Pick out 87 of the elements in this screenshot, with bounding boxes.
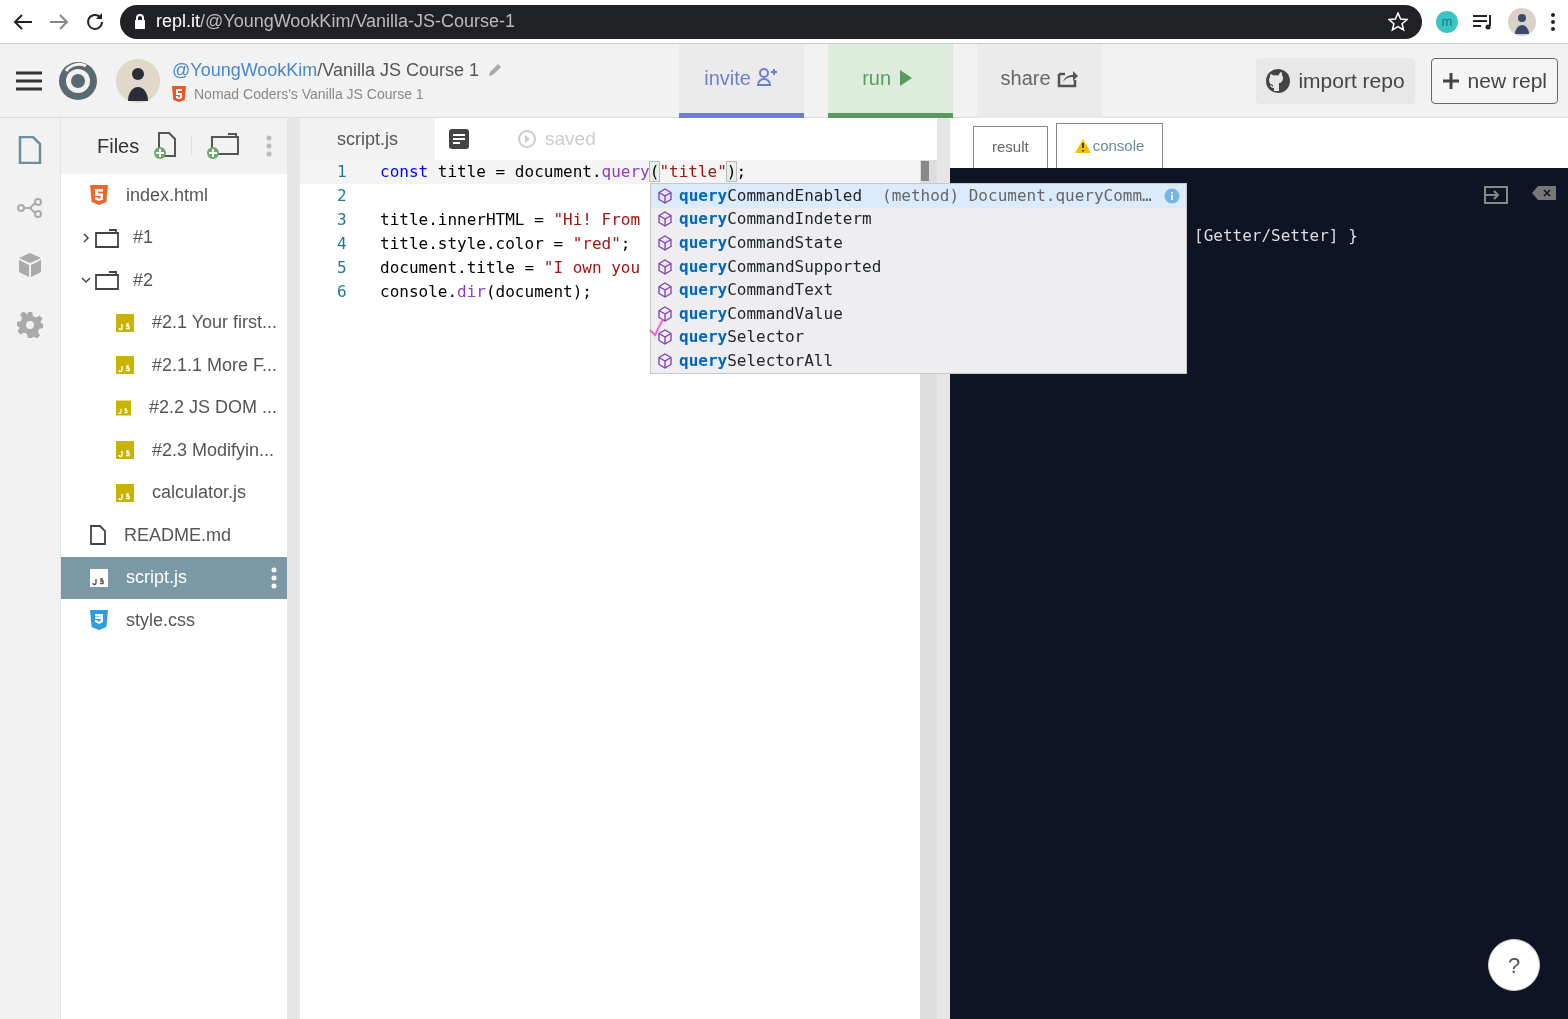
output-tab[interactable]: result [973, 126, 1048, 168]
logo-icon [58, 60, 98, 101]
menu-icon[interactable] [1550, 11, 1556, 32]
avatar-icon [116, 58, 160, 103]
add-file-icon[interactable] [153, 132, 178, 160]
chevron-down-icon [81, 275, 91, 286]
file-tree-item[interactable]: #2.1.1 More F... [61, 344, 287, 387]
line-number: 1 [336, 161, 348, 183]
scrollbar-thumb[interactable] [921, 161, 929, 181]
cube-icon [657, 187, 673, 204]
input-icon[interactable] [1484, 186, 1508, 204]
suggestion-detail: (method) Document.queryComm… [882, 184, 1152, 207]
line-number: 5 [336, 257, 348, 279]
cube-icon [657, 329, 673, 346]
format-icon[interactable] [449, 129, 469, 149]
file-tree-item[interactable]: index.html [61, 174, 287, 217]
repl-subtitle: Nomad Coders's Vanilla JS Course 1 [194, 84, 424, 104]
js-file-icon [116, 483, 134, 502]
cube-icon [657, 305, 673, 322]
js-file-icon [116, 356, 134, 375]
cube-icon [657, 352, 673, 369]
output-tab[interactable]: console [1055, 123, 1164, 168]
code-line: title.style.color = "red"; [380, 233, 631, 255]
clear-icon[interactable] [1532, 186, 1556, 200]
share-nodes-icon[interactable] [17, 198, 43, 218]
html5-icon [172, 86, 186, 102]
suggestion-item[interactable]: queryCommandValue [651, 301, 1186, 326]
file-tree-item[interactable]: #2.1 Your first... [61, 301, 287, 344]
file-tree-item[interactable]: README.md [61, 514, 287, 557]
html5-icon [90, 185, 108, 206]
share-icon [1057, 71, 1078, 88]
js-file-icon [116, 441, 134, 460]
more-icon[interactable] [271, 566, 277, 589]
code-line: const title = document.query("title"); [380, 161, 747, 183]
suggestion-item[interactable]: queryCommandEnabled (method) Document.queryComm… [651, 184, 1186, 208]
file-tree-item[interactable]: #2.3 Modifyin... [61, 429, 287, 472]
help-button[interactable]: ? [1488, 939, 1540, 991]
lock-icon [134, 14, 146, 29]
file-tree-item[interactable]: style.css [61, 599, 287, 642]
line-number: 4 [336, 233, 348, 255]
folder-icon [95, 270, 119, 291]
js-file-icon [116, 313, 134, 332]
github-icon [1266, 68, 1291, 93]
avatar-icon[interactable] [1508, 7, 1536, 36]
file-tree-item[interactable]: #1 [61, 216, 287, 259]
file-tree-item[interactable]: #2 [61, 259, 287, 302]
code-line: title.innerHTML = "Hi! From [380, 209, 641, 231]
menu-icon[interactable] [16, 70, 42, 91]
panel-title: Files [97, 134, 140, 159]
suggestion-item[interactable]: querySelector [651, 325, 1186, 350]
file-tree-item[interactable]: #2.2 JS DOM ... [61, 386, 287, 429]
line-number: 2 [336, 185, 348, 207]
suggestion-item[interactable]: queryCommandIndeterm [651, 207, 1186, 232]
folder-icon [95, 227, 119, 248]
star-icon[interactable] [1388, 11, 1408, 32]
suggestion-item[interactable]: queryCommandSupported [651, 254, 1186, 279]
play-icon [900, 70, 913, 86]
address-bar[interactable]: repl.it/@YoungWookKim/Vanilla-JS-Course-1 [120, 4, 1422, 39]
file-icon [90, 525, 106, 546]
header-tab[interactable]: share [977, 43, 1103, 118]
console-output: [Getter/Setter] } [1193, 225, 1359, 247]
chevron-right-icon [81, 232, 91, 243]
file-icon[interactable] [18, 136, 42, 164]
history-icon [517, 129, 537, 149]
suggestion-item[interactable]: queryCommandText [651, 278, 1186, 302]
suggestion-item[interactable]: querySelectorAll [651, 349, 1186, 373]
js-file-icon [90, 568, 108, 587]
line-number: 6 [336, 281, 348, 303]
js-file-icon [116, 398, 131, 417]
line-number: 3 [336, 209, 348, 231]
code-line: document.title = "I own you [380, 257, 641, 279]
repl-title: @YoungWookKim/Vanilla JS Course 1 [172, 58, 480, 82]
add-person-icon [756, 68, 778, 86]
suggestion-item[interactable]: queryCommandState [651, 231, 1186, 255]
cube-icon [657, 282, 673, 299]
add-folder-icon[interactable] [206, 132, 241, 160]
url-text: repl.it/@YoungWookKim/Vanilla-JS-Course-1 [156, 10, 516, 33]
new-repl-button[interactable]: new repl [1430, 57, 1558, 104]
plus-icon [1441, 71, 1460, 90]
file-tree-item[interactable]: calculator.js [61, 471, 287, 514]
cube-icon [657, 258, 673, 275]
cube-icon [657, 211, 673, 228]
code-line: console.dir(document); [380, 281, 592, 303]
css3-icon [90, 610, 108, 631]
warning-icon [1074, 139, 1091, 153]
import-button[interactable]: import repo [1256, 57, 1415, 104]
cube-icon [657, 235, 673, 251]
